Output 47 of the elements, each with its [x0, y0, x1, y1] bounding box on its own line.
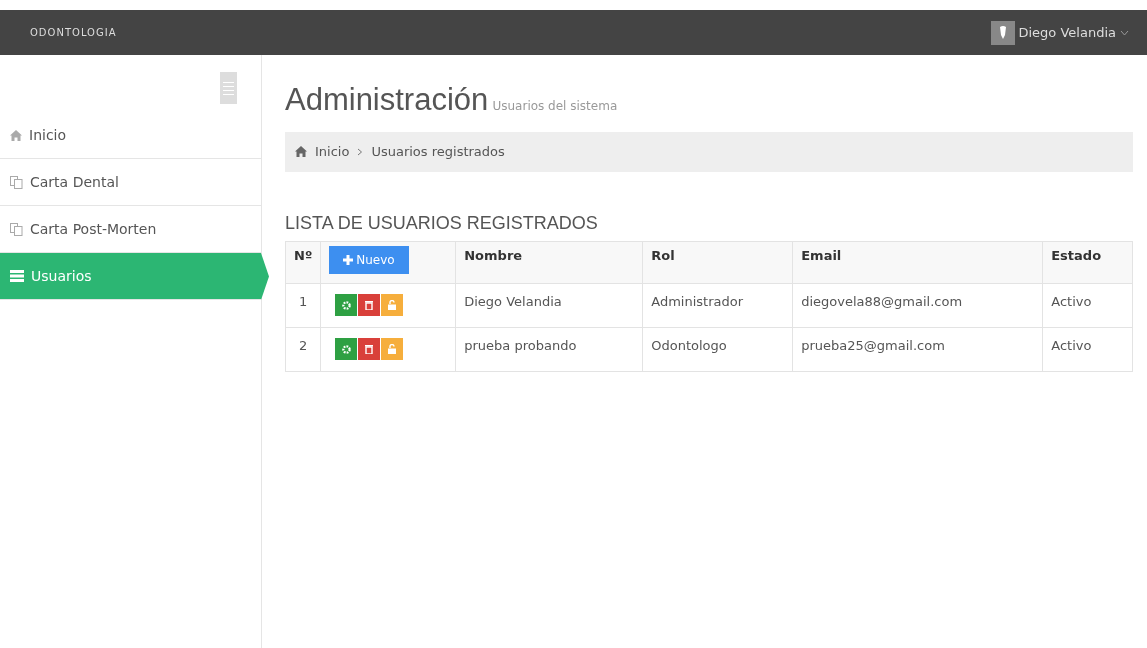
- breadcrumb-current: Usuarios registrados: [371, 142, 505, 161]
- unlock-icon: [388, 343, 397, 354]
- table-cell: diegovela88@gmail.com: [792, 283, 1043, 327]
- chevron-right-icon: [357, 147, 364, 156]
- home-icon: [10, 129, 22, 141]
- column-header: Nombre: [455, 241, 643, 283]
- user-name: Diego Velandia: [1018, 23, 1116, 42]
- table-cell: Activo: [1042, 327, 1133, 371]
- plus-icon: [343, 254, 354, 265]
- page-title: Administración: [285, 82, 489, 117]
- gear-icon: [341, 344, 351, 354]
- page-subtitle: Usuarios del sistema: [492, 99, 618, 113]
- column-header: Nº: [285, 241, 321, 283]
- edit-button[interactable]: [335, 294, 358, 316]
- table-cell: 1: [285, 283, 321, 327]
- list-icon: [10, 270, 24, 282]
- column-header: Estado: [1042, 241, 1133, 283]
- delete-button[interactable]: [358, 338, 381, 360]
- chevron-down-icon: [1120, 29, 1129, 36]
- table-cell: Administrador: [642, 283, 793, 327]
- unlock-icon: [388, 299, 397, 310]
- table-cell: prueba25@gmail.com: [792, 327, 1043, 371]
- trash-icon: [365, 344, 374, 354]
- trash-icon: [365, 300, 374, 310]
- unlock-button[interactable]: [381, 337, 404, 360]
- table-cell: prueba probando: [455, 327, 643, 371]
- table-cell: 2: [285, 327, 321, 371]
- user-menu[interactable]: Diego Velandia: [990, 20, 1129, 45]
- avatar-icon: [990, 20, 1015, 45]
- sidebar-item[interactable]: Carta Dental: [0, 159, 261, 206]
- sidebar-item[interactable]: Inicio: [0, 112, 261, 159]
- edit-button[interactable]: [335, 338, 358, 360]
- menu-toggle-button[interactable]: [220, 72, 237, 104]
- delete-button[interactable]: [358, 294, 381, 316]
- home-icon: [295, 146, 307, 157]
- brand-name[interactable]: ODONTOLOGIA: [30, 25, 117, 40]
- breadcrumb-link[interactable]: Inicio: [315, 141, 350, 162]
- gear-icon: [341, 300, 351, 310]
- unlock-button[interactable]: [381, 293, 404, 316]
- copy-icon: [10, 175, 23, 189]
- section-title: LISTA DE USUARIOS REGISTRADOS: [285, 211, 599, 235]
- copy-icon: [10, 222, 23, 236]
- table-cell: Activo: [1042, 283, 1133, 327]
- table-cell: Odontologo: [642, 327, 793, 371]
- table-cell: Diego Velandia: [455, 283, 643, 327]
- column-header: Rol: [642, 241, 793, 283]
- column-header: Email: [792, 241, 1043, 283]
